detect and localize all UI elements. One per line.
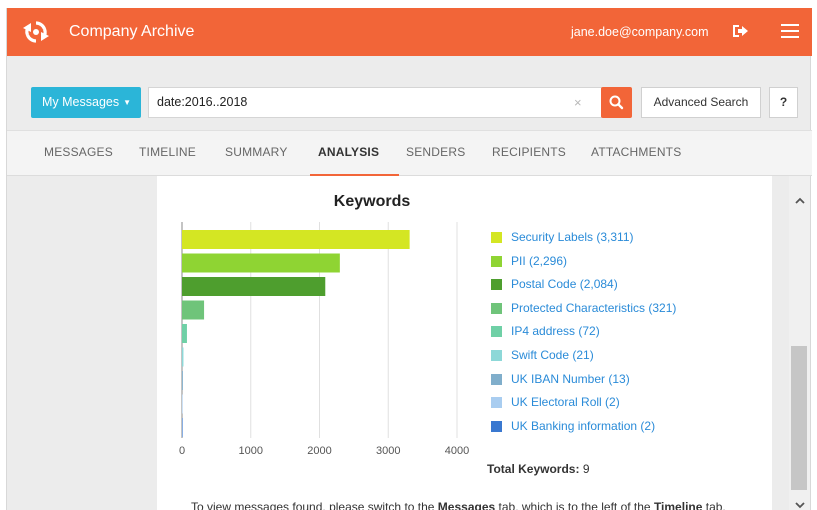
total-keywords-value: 9 — [582, 462, 590, 476]
footer-text-3: tab. — [702, 500, 726, 510]
chevron-up-icon — [794, 197, 805, 204]
caret-down-icon: ▼ — [123, 98, 132, 107]
footer-note: To view messages found, please switch to… — [191, 500, 726, 510]
sign-out-icon[interactable] — [731, 23, 749, 39]
tab-senders[interactable]: SENDERS — [406, 145, 465, 159]
footer-timeline-word: Timeline — [653, 500, 703, 510]
legend-label: UK IBAN Number (13) — [511, 371, 630, 386]
legend-swatch — [491, 326, 502, 338]
bar-postal-code[interactable] — [182, 277, 326, 296]
tab-messages[interactable]: MESSAGES — [44, 145, 113, 159]
legend-label: IP4 address (72) — [511, 324, 600, 339]
scroll-up-icon[interactable] — [789, 194, 810, 210]
x-tick-label: 2000 — [307, 445, 331, 457]
bar-uk-electoral-roll[interactable] — [182, 394, 183, 414]
legend-label: UK Electoral Roll (2) — [511, 395, 620, 410]
bar-ip4-address[interactable] — [182, 324, 187, 343]
hamburger-menu-icon[interactable] — [781, 24, 799, 38]
legend-label: Protected Characteristics (321) — [511, 300, 677, 315]
total-keywords-label: Total Keywords: — [487, 462, 580, 476]
legend-swatch — [491, 420, 502, 432]
my-messages-dropdown[interactable]: My Messages ▼ — [31, 87, 141, 118]
x-tick-label: 3000 — [376, 445, 400, 457]
tab-bar: MESSAGES TIMELINE SUMMARY ANALYSIS SENDE… — [7, 130, 812, 177]
analysis-panel: Keywords 0 1000 2000 3000 4000 Security Labe… — [157, 176, 772, 510]
clear-search-icon[interactable]: × — [574, 95, 582, 110]
search-input[interactable]: date:2016..2018 — [148, 87, 602, 118]
total-keywords: Total Keywords: 9 — [487, 462, 590, 476]
legend-swatch — [491, 373, 502, 385]
help-button[interactable]: ? — [769, 87, 798, 118]
legend-label: Swift Code (21) — [511, 348, 594, 362]
scroll-down-icon[interactable] — [789, 498, 810, 510]
legend-label: PII (2,296) — [511, 253, 568, 268]
bar-swift-code[interactable] — [182, 347, 184, 367]
advanced-search-button[interactable]: Advanced Search — [641, 87, 761, 118]
tab-summary[interactable]: SUMMARY — [225, 145, 288, 159]
legend-swatch — [491, 255, 502, 267]
bar-uk-iban-number[interactable] — [182, 371, 183, 390]
legend-swatch — [491, 302, 502, 314]
legend-label: Security Labels (3,311) — [511, 230, 634, 244]
x-tick-label: 1000 — [239, 445, 263, 457]
my-messages-label: My Messages — [42, 95, 120, 109]
keywords-chart: 0 1000 2000 3000 4000 — [179, 222, 469, 457]
user-email[interactable]: jane.doe@company.com — [571, 25, 709, 39]
footer-text-1: To view messages found, please switch to… — [191, 500, 438, 510]
tab-analysis[interactable]: ANALYSIS — [318, 145, 379, 159]
top-bar: Company Archive jane.doe@company.com — [7, 8, 812, 56]
app-window: Company Archive jane.doe@company.com My … — [6, 8, 812, 510]
legend-label: Postal Code (2,084) — [511, 277, 618, 292]
legend-swatch — [491, 397, 502, 409]
x-tick-label: 0 — [179, 445, 185, 457]
search-icon — [609, 95, 624, 110]
legend-label: UK Banking information (2) — [511, 418, 656, 433]
legend-swatch — [491, 350, 502, 361]
footer-text-2: tab, which is to the left of the — [495, 500, 654, 510]
bar-security-labels[interactable] — [182, 230, 410, 249]
bar-uk-banking-information[interactable] — [182, 418, 183, 437]
tab-recipients[interactable]: RECIPIENTS — [492, 145, 566, 159]
search-button[interactable] — [601, 87, 632, 118]
chevron-down-icon — [794, 502, 805, 509]
x-tick-label: 4000 — [445, 445, 469, 457]
logo-icon — [23, 21, 49, 43]
tab-attachments[interactable]: ATTACHMENTS — [591, 145, 681, 159]
legend-swatch — [491, 279, 502, 291]
tab-timeline[interactable]: TIMELINE — [139, 145, 196, 159]
legend-swatch — [491, 232, 502, 243]
bar-protected-characteristics[interactable] — [182, 300, 205, 320]
footer-messages-word: Messages — [437, 500, 496, 510]
bar-pii[interactable] — [182, 253, 340, 273]
scroll-thumb[interactable] — [791, 346, 807, 490]
app-title: Company Archive — [69, 23, 195, 40]
